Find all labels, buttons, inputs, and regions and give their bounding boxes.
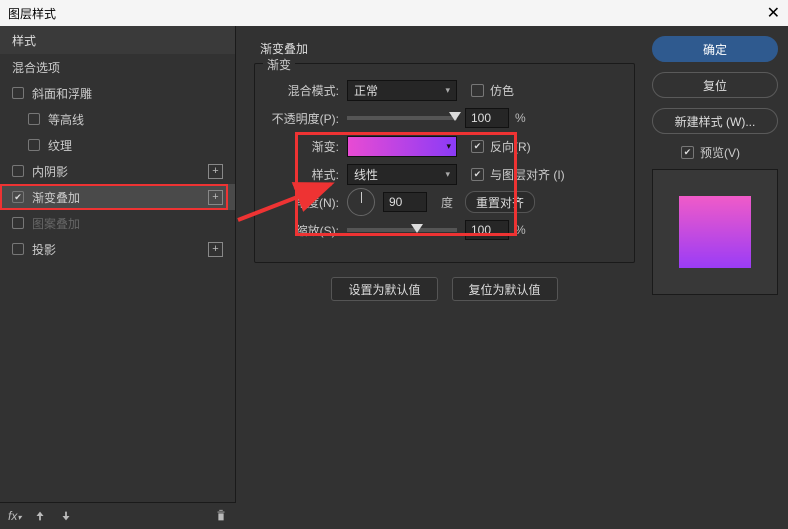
arrow-up-icon[interactable] [33, 509, 47, 523]
style-label: 样式: [265, 166, 347, 183]
window-title: 图层样式 [8, 5, 56, 22]
sidebar-bottom-bar: fx▾ [0, 502, 236, 529]
preview-swatch [679, 196, 751, 268]
checkbox-icon[interactable] [28, 139, 40, 151]
blend-mode-select[interactable]: 正常 ▾ [347, 80, 457, 101]
close-icon[interactable]: ✕ [767, 3, 780, 23]
checkbox-icon[interactable] [12, 191, 24, 203]
align-label: 与图层对齐 (I) [490, 166, 565, 183]
checkbox-icon[interactable] [12, 87, 24, 99]
chevron-down-icon: ▾ [446, 141, 451, 152]
style-select[interactable]: 线性 ▾ [347, 164, 457, 185]
fx-icon[interactable]: fx▾ [8, 509, 21, 523]
sidebar-item-pattern-overlay[interactable]: 图案叠加 [0, 210, 235, 236]
opacity-input[interactable]: 100 [465, 108, 509, 128]
chevron-down-icon: ▾ [445, 85, 450, 96]
dither-checkbox[interactable] [471, 84, 484, 97]
checkbox-icon[interactable] [12, 165, 24, 177]
reset-default-button[interactable]: 复位为默认值 [452, 277, 558, 301]
gradient-fieldset: 渐变 混合模式: 正常 ▾ 仿色 不透明度(P): 100 % 渐变: ▾ [254, 63, 635, 263]
checkbox-icon[interactable] [12, 217, 24, 229]
scale-input[interactable]: 100 [465, 220, 509, 240]
new-style-button[interactable]: 新建样式 (W)... [652, 108, 778, 134]
reverse-checkbox[interactable] [471, 140, 484, 153]
scale-slider[interactable] [347, 228, 457, 232]
scale-label: 缩放(S): [265, 222, 347, 239]
opacity-slider[interactable] [347, 116, 457, 120]
styles-sidebar: 样式 混合选项 斜面和浮雕 等高线 纹理 内阴影 + 渐变叠加 + [0, 26, 236, 503]
ok-button[interactable]: 确定 [652, 36, 778, 62]
gradient-picker[interactable]: ▾ [347, 136, 457, 157]
preview-panel [652, 169, 778, 295]
slider-thumb-icon[interactable] [411, 224, 423, 233]
sidebar-item-drop-shadow[interactable]: 投影 + [0, 236, 235, 262]
slider-thumb-icon[interactable] [449, 112, 461, 121]
sidebar-item-inner-shadow[interactable]: 内阴影 + [0, 158, 235, 184]
plus-icon[interactable]: + [208, 164, 223, 179]
blend-mode-label: 混合模式: [265, 82, 347, 99]
opacity-label: 不透明度(P): [265, 110, 347, 127]
plus-icon[interactable]: + [208, 190, 223, 205]
sidebar-item-gradient-overlay[interactable]: 渐变叠加 + [0, 184, 235, 210]
chevron-down-icon: ▾ [445, 169, 450, 180]
checkbox-icon[interactable] [28, 113, 40, 125]
sidebar-item-contour[interactable]: 等高线 [0, 106, 235, 132]
trash-icon[interactable] [214, 509, 228, 523]
align-checkbox[interactable] [471, 168, 484, 181]
angle-input[interactable]: 90 [383, 192, 427, 212]
section-title: 渐变叠加 [254, 36, 635, 61]
reset-button[interactable]: 复位 [652, 72, 778, 98]
sidebar-item-bevel[interactable]: 斜面和浮雕 [0, 80, 235, 106]
sidebar-header: 样式 [0, 26, 235, 54]
set-default-button[interactable]: 设置为默认值 [331, 277, 437, 301]
checkbox-icon[interactable] [12, 243, 24, 255]
reverse-label: 反向(R) [490, 138, 531, 155]
preview-label: 预览(V) [700, 144, 740, 161]
arrow-down-icon[interactable] [59, 509, 73, 523]
plus-icon[interactable]: + [208, 242, 223, 257]
sidebar-item-blending-options[interactable]: 混合选项 [0, 54, 235, 80]
reset-align-button[interactable]: 重置对齐 [465, 191, 535, 213]
dither-label: 仿色 [490, 82, 514, 99]
preview-checkbox[interactable] [681, 146, 694, 159]
gradient-label: 渐变: [265, 138, 347, 155]
fieldset-legend: 渐变 [263, 56, 295, 73]
angle-label: 角度(N): [265, 194, 347, 211]
angle-dial[interactable] [347, 188, 375, 216]
sidebar-item-texture[interactable]: 纹理 [0, 132, 235, 158]
